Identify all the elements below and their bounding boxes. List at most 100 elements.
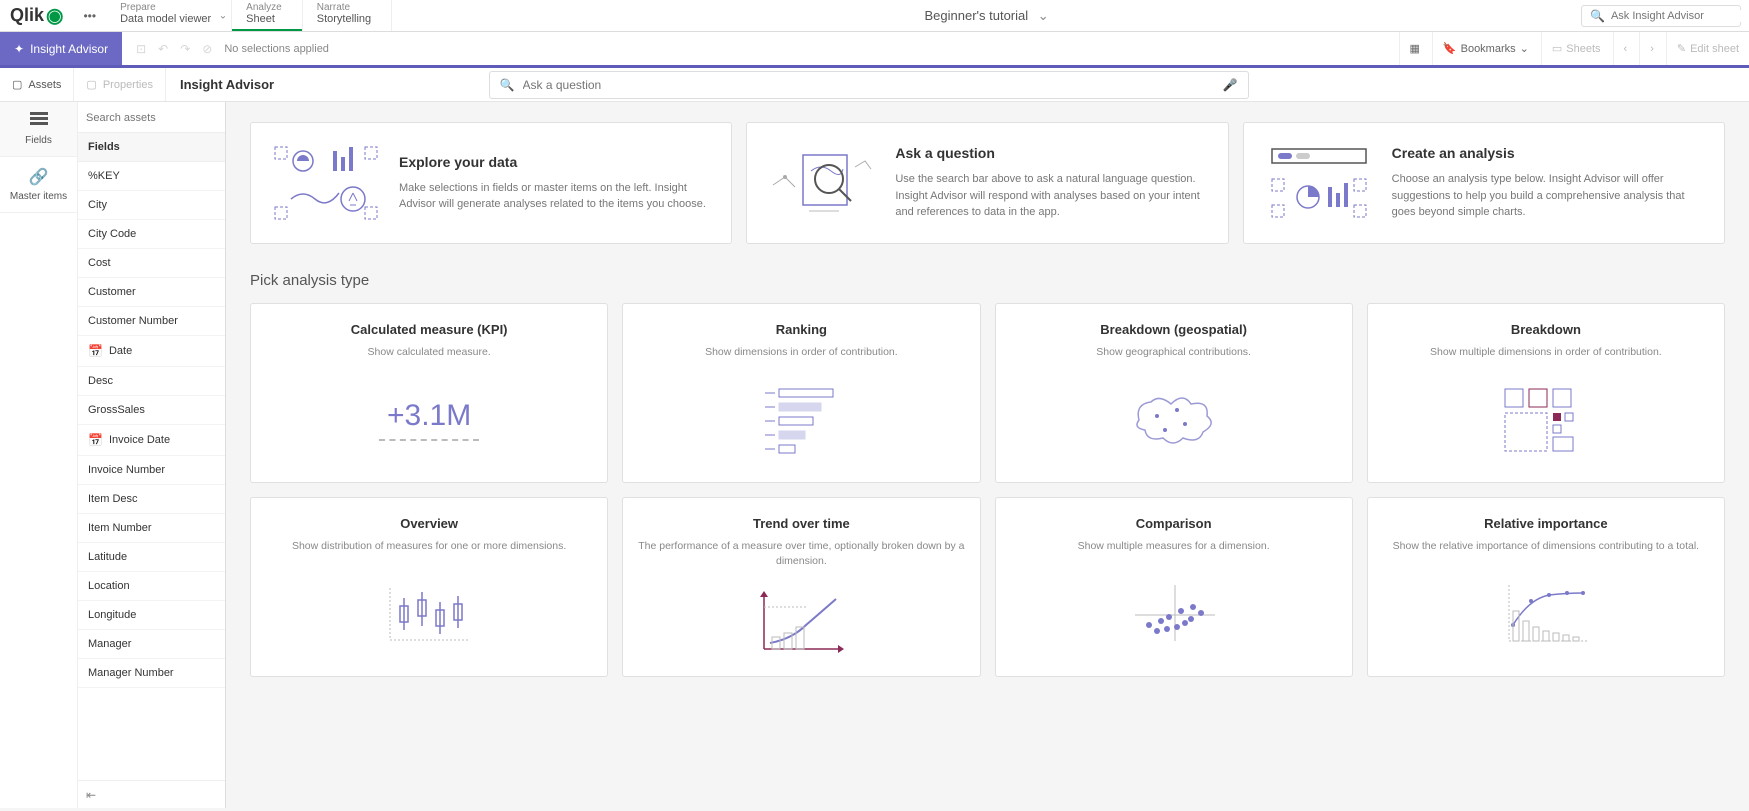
calendar-icon: 📅: [88, 344, 103, 358]
collapse-panel-button[interactable]: ⇤: [78, 780, 225, 808]
breakdown-illustration: [1382, 376, 1710, 464]
analysis-desc: Show multiple measures for a dimension.: [1010, 539, 1338, 554]
field-label: Date: [109, 345, 132, 357]
nav-tab-main: Storytelling: [317, 13, 371, 31]
intro-explore[interactable]: Explore your data Make selections in fie…: [250, 122, 732, 244]
step-back-icon[interactable]: ↶: [158, 42, 168, 56]
field-item[interactable]: Cost: [78, 249, 225, 278]
edit-sheet-button[interactable]: ✎ Edit sheet: [1666, 32, 1749, 65]
overview-illustration: [265, 570, 593, 658]
clear-selections-icon[interactable]: ⊘: [202, 42, 212, 56]
nav-tab-analyze[interactable]: Analyze Sheet: [232, 0, 303, 31]
analysis-comparison[interactable]: Comparison Show multiple measures for a …: [995, 497, 1353, 677]
nav-tab-sub: Prepare: [120, 2, 211, 13]
field-label: Cost: [88, 257, 111, 269]
nav-tab-sub: Analyze: [246, 2, 282, 13]
properties-button[interactable]: ▢ Properties: [74, 68, 166, 101]
analysis-desc: The performance of a measure over time, …: [637, 539, 965, 568]
insight-advisor-button[interactable]: ✦ Insight Advisor: [0, 32, 122, 65]
top-search[interactable]: 🔍: [1581, 5, 1741, 27]
step-forward-icon[interactable]: ↷: [180, 42, 190, 56]
analysis-desc: Show geographical contributions.: [1010, 345, 1338, 360]
field-item[interactable]: GrossSales: [78, 396, 225, 425]
app-title[interactable]: Beginner's tutorial ⌄: [392, 8, 1581, 24]
bookmarks-button[interactable]: 🔖 Bookmarks ⌄: [1432, 32, 1539, 65]
field-label: Location: [88, 580, 130, 592]
field-item[interactable]: Customer: [78, 278, 225, 307]
analysis-desc: Show the relative importance of dimensio…: [1382, 539, 1710, 554]
analysis-geo[interactable]: Breakdown (geospatial) Show geographical…: [995, 303, 1353, 483]
field-item[interactable]: Manager: [78, 630, 225, 659]
smart-search-icon[interactable]: ⊡: [136, 42, 146, 56]
selection-tools: ⊡ ↶ ↷ ⊘ No selections applied: [122, 42, 343, 56]
field-item[interactable]: Longitude: [78, 601, 225, 630]
rail-master-items[interactable]: 🔗 Master items: [0, 157, 77, 213]
nav-tab-narrate[interactable]: Narrate Storytelling: [303, 0, 392, 31]
top-search-input[interactable]: [1611, 10, 1749, 22]
sub-header: ▢ Assets ▢ Properties Insight Advisor 🔍 …: [0, 68, 1749, 102]
intro-title: Explore your data: [399, 154, 711, 170]
trend-illustration: [637, 584, 965, 658]
intro-ask[interactable]: Ask a question Use the search bar above …: [746, 122, 1228, 244]
field-item[interactable]: City: [78, 191, 225, 220]
analysis-grid: Calculated measure (KPI) Show calculated…: [250, 303, 1725, 677]
assets-button[interactable]: ▢ Assets: [0, 68, 74, 101]
microphone-icon[interactable]: 🎤: [1223, 78, 1238, 92]
field-item[interactable]: Customer Number: [78, 307, 225, 336]
field-item[interactable]: %KEY: [78, 162, 225, 191]
ask-question-box[interactable]: 🔍 🎤: [489, 71, 1249, 99]
rail-fields[interactable]: Fields: [0, 102, 77, 157]
app-title-text: Beginner's tutorial: [924, 8, 1028, 23]
search-assets-input[interactable]: [86, 112, 217, 124]
assets-label: Assets: [28, 79, 61, 91]
analysis-title: Breakdown: [1382, 322, 1710, 337]
logo-text: Qlik: [10, 5, 44, 26]
field-label: Desc: [88, 375, 113, 387]
chevron-down-icon: ⌄: [1520, 42, 1529, 55]
main: Fields 🔗 Master items Fields %KEYCityCit…: [0, 102, 1749, 808]
selections-view-icon[interactable]: ▦: [1399, 32, 1430, 65]
ask-question-input[interactable]: [523, 78, 1223, 92]
left-rail: Fields 🔗 Master items: [0, 102, 78, 808]
field-item[interactable]: City Code: [78, 220, 225, 249]
analysis-breakdown[interactable]: Breakdown Show multiple dimensions in or…: [1367, 303, 1725, 483]
analysis-relative[interactable]: Relative importance Show the relative im…: [1367, 497, 1725, 677]
field-item[interactable]: 📅 Date: [78, 336, 225, 367]
geo-illustration: [1010, 376, 1338, 464]
field-item[interactable]: Item Desc: [78, 485, 225, 514]
search-assets[interactable]: [78, 102, 225, 133]
field-item[interactable]: Location: [78, 572, 225, 601]
analysis-trend[interactable]: Trend over time The performance of a mea…: [622, 497, 980, 677]
analysis-ranking[interactable]: Ranking Show dimensions in order of cont…: [622, 303, 980, 483]
next-sheet-button[interactable]: ›: [1639, 32, 1664, 65]
fields-icon: [30, 112, 48, 131]
nav-tab-main: Sheet: [246, 13, 282, 31]
nav-tab-sub: Narrate: [317, 2, 371, 13]
selection-right: ▦ 🔖 Bookmarks ⌄ ▭ Sheets ‹ › ✎ Edit shee…: [1399, 32, 1749, 65]
field-label: Manager: [88, 638, 131, 650]
more-menu-icon[interactable]: •••: [73, 9, 106, 23]
sheets-button[interactable]: ▭ Sheets: [1541, 32, 1611, 65]
chevron-down-icon: ⌄: [1038, 8, 1049, 23]
field-item[interactable]: Manager Number: [78, 659, 225, 688]
analysis-kpi[interactable]: Calculated measure (KPI) Show calculated…: [250, 303, 608, 483]
qlik-logo[interactable]: Qlik ◉: [0, 3, 73, 28]
prev-sheet-button[interactable]: ‹: [1613, 32, 1638, 65]
field-list[interactable]: %KEYCityCity Code Cost CustomerCustomer Nu…: [78, 162, 225, 780]
nav-tab-prepare[interactable]: Prepare Data model viewer ⌄: [106, 0, 232, 31]
field-item[interactable]: Invoice Number: [78, 456, 225, 485]
analysis-overview[interactable]: Overview Show distribution of measures f…: [250, 497, 608, 677]
field-label: Longitude: [88, 609, 136, 621]
intro-create[interactable]: Create an analysis Choose an analysis ty…: [1243, 122, 1725, 244]
insight-label: Insight Advisor: [30, 42, 108, 56]
field-item[interactable]: Item Number: [78, 514, 225, 543]
properties-label: Properties: [103, 79, 153, 91]
field-item[interactable]: 📅Invoice Date: [78, 425, 225, 456]
field-item[interactable]: Desc: [78, 367, 225, 396]
analysis-title: Breakdown (geospatial): [1010, 322, 1338, 337]
field-label: GrossSales: [88, 404, 145, 416]
rail-label: Master items: [10, 191, 67, 202]
edit-label: Edit sheet: [1690, 43, 1739, 55]
selection-bar: ✦ Insight Advisor ⊡ ↶ ↷ ⊘ No selections …: [0, 32, 1749, 68]
field-item[interactable]: Latitude: [78, 543, 225, 572]
